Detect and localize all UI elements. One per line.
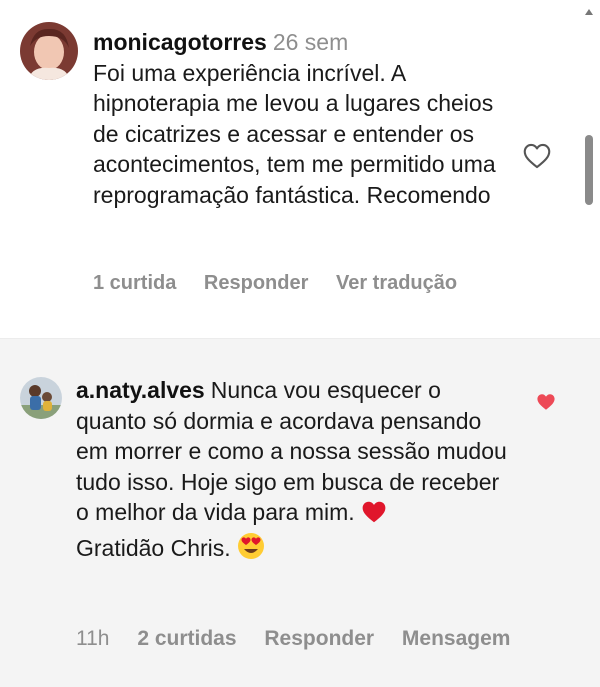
comment-time: 26 sem [272,29,349,55]
comment-actions: 1 curtida Responder Ver tradução [93,272,479,295]
heart-eyes-emoji [237,532,265,568]
scrollbar[interactable] [578,0,600,687]
comment-time: 11h [76,627,110,650]
like-button[interactable] [536,393,556,411]
reply-button[interactable]: Responder [204,272,308,294]
likes-count-link[interactable]: 1 curtida [93,272,176,294]
like-button[interactable] [523,143,551,169]
likes-count-link[interactable]: 2 curtidas [137,627,236,650]
comment-username[interactable]: monicagotorres [93,29,267,55]
heart-filled-icon [537,394,555,410]
comment-text-block: monicagotorres 26 sem Foi uma experiência… [93,27,513,210]
comment-text-block: a.naty.alves Nunca vou esquecer o quanto … [76,375,516,567]
comment-text: Foi uma experiência incrível. A hipnoter… [93,59,496,208]
scrollbar-thumb[interactable] [585,135,593,205]
comment-text-signoff: Gratidão Chris. [76,534,231,561]
avatar[interactable] [20,22,78,80]
comment-a-naty-alves: a.naty.alves Nunca vou esquecer o quanto … [0,339,600,687]
translate-button[interactable]: Ver tradução [336,272,457,294]
heart-outline-icon [523,143,551,169]
message-button[interactable]: Mensagem [402,627,511,650]
red-heart-emoji [361,500,387,532]
avatar[interactable] [20,377,62,419]
comment-monicagotorres: monicagotorres 26 sem Foi uma experiência… [0,0,600,338]
comment-actions: 11h 2 curtidas Responder Mensagem [76,627,532,651]
comment-username[interactable]: a.naty.alves [76,377,205,403]
reply-button[interactable]: Responder [264,627,374,650]
scroll-up-arrow-icon[interactable] [584,8,594,16]
